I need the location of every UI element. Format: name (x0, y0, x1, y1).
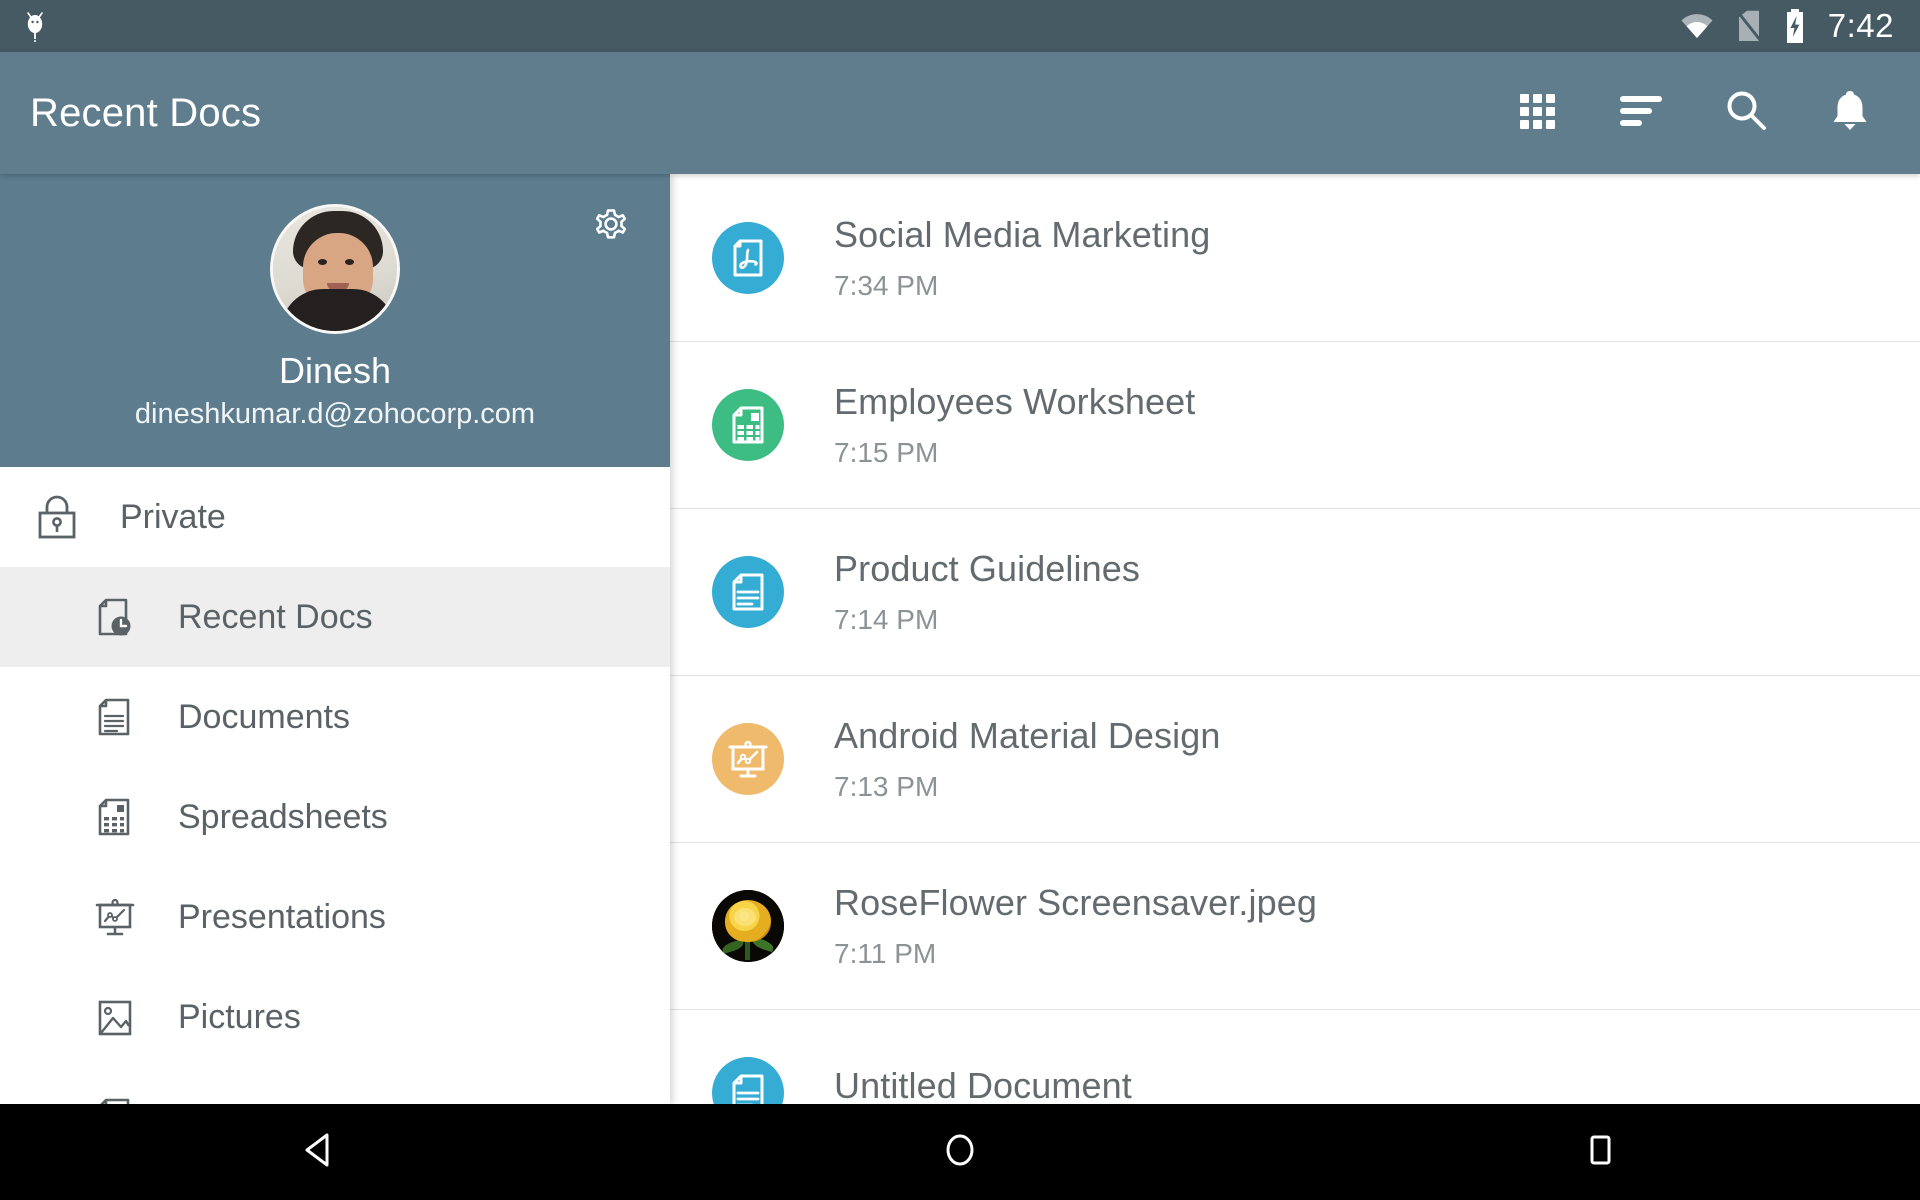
file-name: Social Media Marketing (834, 213, 1211, 255)
file-name: Untitled Document (834, 1064, 1132, 1105)
list-item[interactable]: Employees Worksheet 7:15 PM (670, 341, 1920, 508)
list-item[interactable]: Product Guidelines 7:14 PM (670, 508, 1920, 675)
gear-icon (588, 204, 634, 255)
page-title: Recent Docs (30, 90, 262, 135)
file-name: Employees Worksheet (834, 380, 1196, 422)
document-icon (86, 688, 144, 746)
search-button[interactable] (1718, 85, 1774, 141)
status-bar: 7:42 (0, 0, 1920, 52)
avatar[interactable] (270, 204, 400, 334)
sort-button[interactable] (1614, 85, 1670, 141)
file-time: 7:11 PM (834, 937, 937, 969)
list-item[interactable]: Social Media Marketing 7:34 PM (670, 174, 1920, 341)
spreadsheet-file-icon (712, 388, 784, 461)
rose-photo (712, 889, 784, 962)
list-item[interactable]: Android Material Design 7:13 PM (670, 675, 1920, 842)
presentation-icon (86, 888, 144, 946)
file-time: 7:34 PM (834, 269, 939, 301)
grid-view-button[interactable] (1510, 85, 1566, 141)
circle-icon (939, 1129, 981, 1176)
status-clock: 7:42 (1827, 7, 1894, 44)
sidebar-item-presentations[interactable]: Presentations (0, 867, 670, 967)
sort-icon (1618, 91, 1666, 136)
recent-docs-icon (86, 588, 144, 646)
sidebar-item-private[interactable]: Private (0, 467, 670, 567)
account-name: Dinesh (278, 350, 392, 391)
list-item-text: Android Material Design 7:13 PM (834, 715, 1221, 803)
sidebar-item-documents[interactable]: Documents (0, 667, 670, 767)
document-file-icon (712, 1056, 784, 1104)
spreadsheet-icon (86, 788, 144, 846)
list-item-text: Untitled Document (834, 1065, 1132, 1105)
file-icon (86, 1088, 144, 1104)
file-name: Android Material Design (834, 714, 1221, 756)
search-icon (1723, 88, 1769, 139)
sidebar-item-spreadsheets[interactable]: Spreadsheets (0, 767, 670, 867)
battery-charging-icon (1784, 9, 1806, 43)
drawer-menu: Private Recent Docs Documents Spreadshee… (0, 467, 670, 1104)
sidebar-item-pictures[interactable]: Pictures (0, 967, 670, 1067)
list-item-text: Product Guidelines 7:14 PM (834, 548, 1140, 636)
file-name: Product Guidelines (834, 547, 1140, 589)
status-bar-left (0, 9, 48, 43)
sidebar-item-more[interactable] (0, 1067, 670, 1104)
file-name: RoseFlower Screensaver.jpeg (834, 881, 1317, 923)
notifications-bell-icon (1829, 88, 1871, 139)
settings-button[interactable] (584, 202, 638, 256)
home-button[interactable] (900, 1104, 1020, 1200)
picture-icon (86, 988, 144, 1046)
list-item-text: RoseFlower Screensaver.jpeg 7:11 PM (834, 882, 1317, 970)
no-sim-icon (1735, 10, 1762, 42)
sidebar-item-label: Private (120, 497, 226, 536)
document-file-icon (712, 555, 784, 628)
status-bar-right: 7:42 (1680, 7, 1920, 45)
account-email: dineshkumar.d@zohocorp.com (134, 398, 536, 430)
pdf-file-icon (712, 221, 784, 294)
notifications-button[interactable] (1822, 85, 1878, 141)
app-bar-actions (1510, 85, 1920, 141)
sidebar-item-label: Presentations (178, 897, 386, 936)
list-item[interactable]: RoseFlower Screensaver.jpeg 7:11 PM (670, 842, 1920, 1009)
drawer-header: Dinesh dineshkumar.d@zohocorp.com (0, 174, 670, 467)
lock-icon (28, 488, 86, 546)
list-item[interactable]: Untitled Document (670, 1009, 1920, 1104)
navigation-drawer: Dinesh dineshkumar.d@zohocorp.com Privat… (0, 174, 670, 1104)
list-item-text: Social Media Marketing 7:34 PM (834, 214, 1210, 302)
sidebar-item-label: Documents (178, 697, 350, 736)
wifi-icon (1680, 12, 1714, 40)
triangle-left-icon (299, 1129, 341, 1176)
grid-view-icon (1516, 89, 1560, 138)
file-list[interactable]: Social Media Marketing 7:34 PM Employees… (670, 174, 1920, 1104)
file-time: 7:14 PM (834, 603, 939, 635)
file-time: 7:13 PM (834, 770, 939, 802)
image-thumbnail (712, 889, 784, 962)
back-button[interactable] (260, 1104, 380, 1200)
sidebar-item-recent-docs[interactable]: Recent Docs (0, 567, 670, 667)
square-icon (1579, 1129, 1621, 1176)
content-area: Social Media Marketing 7:34 PM Employees… (0, 174, 1920, 1104)
app-bar: Recent Docs (0, 52, 1920, 174)
recents-button[interactable] (1540, 1104, 1660, 1200)
list-item-text: Employees Worksheet 7:15 PM (834, 381, 1195, 469)
sidebar-item-label: Recent Docs (178, 597, 373, 636)
sidebar-item-label: Spreadsheets (178, 797, 388, 836)
android-nav-bar (0, 1104, 1920, 1200)
app-screen: 7:42 Recent Docs Social Media Marketing … (0, 0, 1920, 1200)
bug-droid-icon (22, 9, 48, 43)
presentation-file-icon (712, 722, 784, 795)
file-time: 7:15 PM (834, 436, 939, 468)
sidebar-item-label: Pictures (178, 997, 301, 1036)
